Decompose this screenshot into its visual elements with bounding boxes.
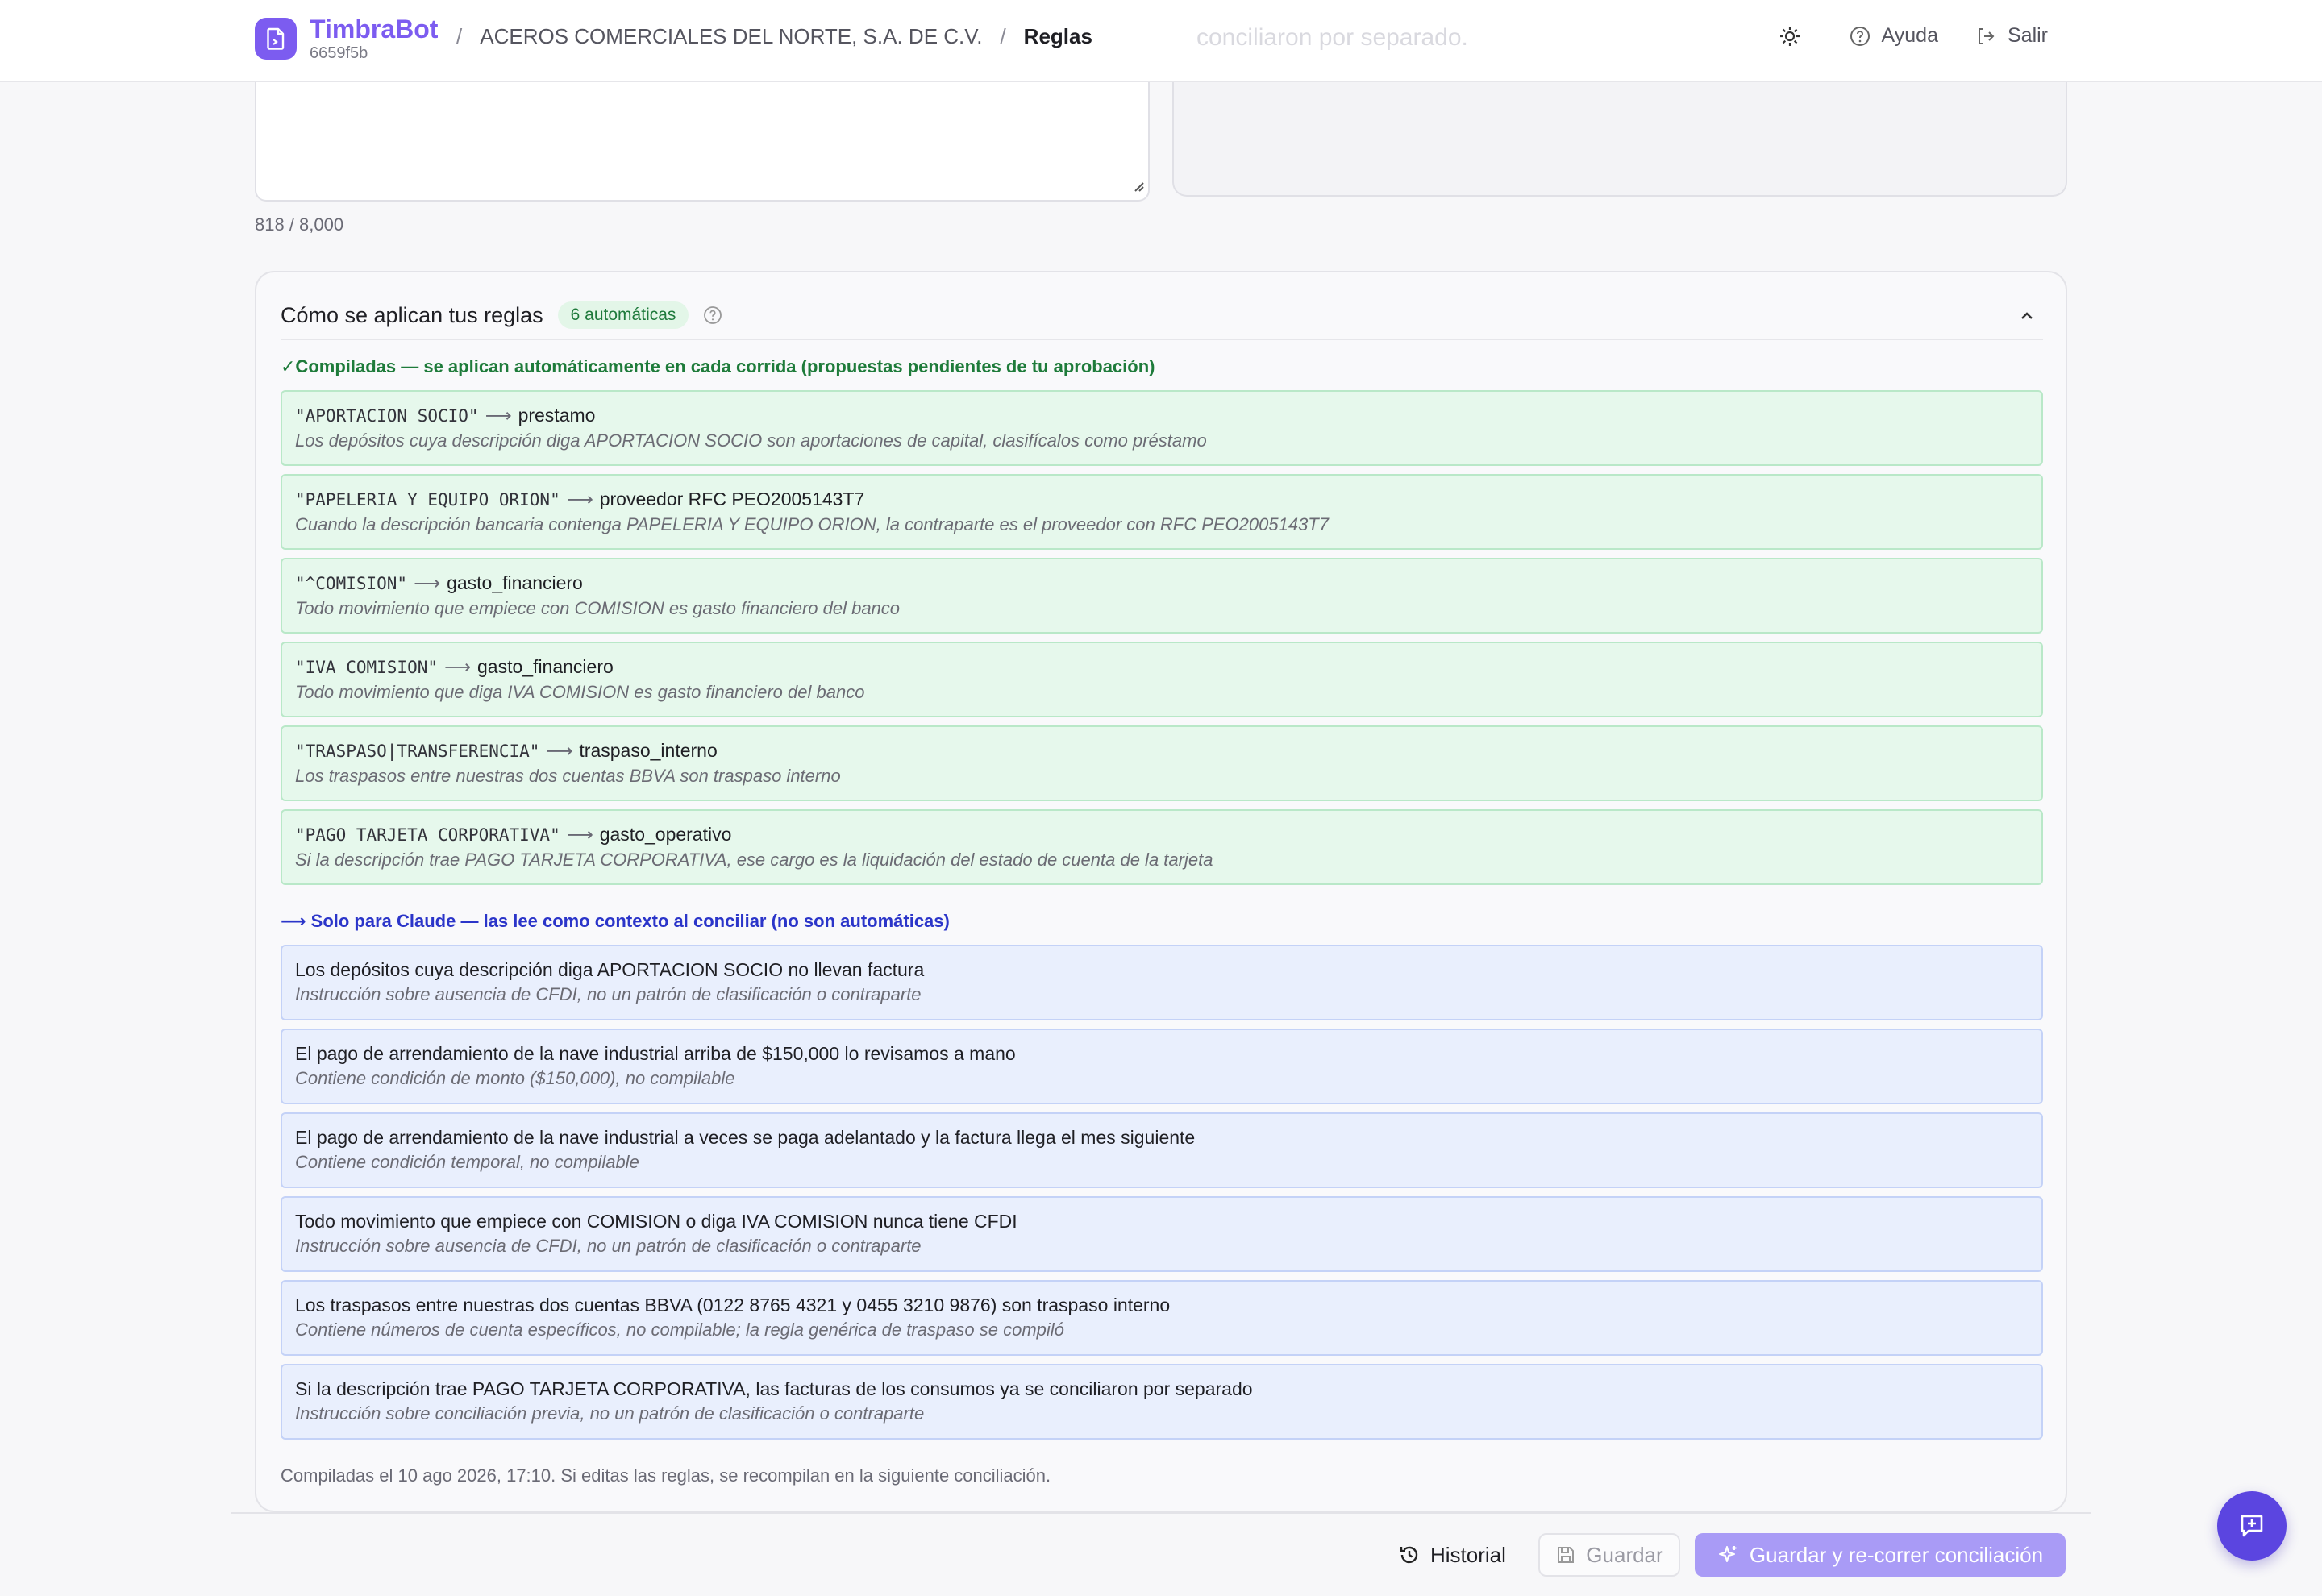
brand-id: 6659f5b xyxy=(310,44,368,62)
arrow-icon: ⟶ xyxy=(414,572,441,593)
rule-pattern: "TRASPASO|TRANSFERENCIA" xyxy=(295,742,540,761)
rule-target: prestamo xyxy=(518,405,596,426)
rule-pattern: "PAGO TARJETA CORPORATIVA" xyxy=(295,825,560,845)
logout-button[interactable]: Salir xyxy=(1975,24,2048,48)
arrow-icon: ⟶ xyxy=(546,740,573,761)
save-and-rerun-button[interactable]: Guardar y re-correr conciliación xyxy=(1695,1533,2066,1577)
arrow-icon: ⟶ xyxy=(566,488,593,509)
compiled-footnote: Compiladas el 10 ago 2026, 17:10. Si edi… xyxy=(281,1465,1051,1486)
claude-rule: Los depósitos cuya descripción diga APOR… xyxy=(281,945,2043,1020)
compiled-rule: "IVA COMISION" ⟶ gasto_financiero Todo mov… xyxy=(281,642,2043,717)
claude-rule-text: El pago de arrendamiento de la nave indu… xyxy=(295,1043,1016,1064)
rule-pattern: "IVA COMISION" xyxy=(295,658,439,677)
brand-name: TimbraBot xyxy=(310,15,439,44)
panel-title: Cómo se aplican tus reglas xyxy=(281,302,543,327)
breadcrumb: / ACEROS COMERCIALES DEL NORTE, S.A. DE … xyxy=(456,24,1092,49)
arrow-icon: ⟶ xyxy=(566,824,593,845)
header-actions: Ayuda Salir xyxy=(1742,24,2048,48)
logout-label: Salir xyxy=(2007,24,2048,47)
claude-rule: El pago de arrendamiento de la nave indu… xyxy=(281,1029,2043,1104)
breadcrumb-separator: / xyxy=(1000,24,1006,48)
save-button[interactable]: Guardar xyxy=(1538,1533,1680,1577)
rule-description: Todo movimiento que empiece con COMISION… xyxy=(295,598,901,618)
history-label: Historial xyxy=(1430,1542,1506,1567)
claude-rule-reason: Contiene condición de monto ($150,000), … xyxy=(295,1068,735,1088)
panel-header[interactable]: Cómo se aplican tus reglas 6 automáticas xyxy=(281,292,2043,340)
arrow-icon: ⟶ xyxy=(444,656,471,677)
sparkles-icon xyxy=(1718,1546,1737,1562)
rule-description: Los depósitos cuya descripción diga APOR… xyxy=(295,430,1207,451)
char-count: 818 / 8,000 xyxy=(255,214,344,235)
rule-target: gasto_financiero xyxy=(477,656,614,677)
rules-application-panel: Cómo se aplican tus reglas 6 automáticas… xyxy=(255,271,2067,1512)
save-icon xyxy=(1558,1547,1575,1563)
chevron-up-icon[interactable] xyxy=(2016,305,2038,331)
help-label: Ayuda xyxy=(1881,24,1938,47)
claude-rule: Todo movimiento que empiece con COMISION… xyxy=(281,1196,2043,1272)
save-label: Guardar xyxy=(1586,1542,1663,1567)
claude-rule-text: Todo movimiento que empiece con COMISION… xyxy=(295,1211,1017,1232)
help-button[interactable]: Ayuda xyxy=(1850,24,1938,48)
claude-rule-text: El pago de arrendamiento de la nave indu… xyxy=(295,1127,1196,1148)
theme-toggle-button[interactable] xyxy=(1779,25,1812,48)
sun-icon xyxy=(1779,26,1800,46)
claude-rule-text: Los traspasos entre nuestras dos cuentas… xyxy=(295,1295,1171,1315)
claude-rule-reason: Instrucción sobre ausencia de CFDI, no u… xyxy=(295,1236,922,1256)
claude-rules-heading: ⟶ Solo para Claude — las lee como contex… xyxy=(281,911,950,931)
compiled-rule: "TRASPASO|TRANSFERENCIA" ⟶ traspaso_intern… xyxy=(281,725,2043,801)
compiled-rule: "PAPELERIA Y EQUIPO ORION" ⟶ proveedor RFC… xyxy=(281,474,2043,550)
compiled-rule: "^COMISION" ⟶ gasto_financiero Todo movimi… xyxy=(281,558,2043,634)
claude-rule: Si la descripción trae PAGO TARJETA CORP… xyxy=(281,1364,2043,1440)
action-bar-divider xyxy=(231,1512,2091,1514)
rule-target: traspaso_interno xyxy=(579,740,718,761)
breadcrumb-current: Reglas xyxy=(1023,24,1092,48)
claude-rule: Los traspasos entre nuestras dos cuentas… xyxy=(281,1280,2043,1356)
compiled-rule: "APORTACION SOCIO" ⟶ prestamo Los depósito… xyxy=(281,390,2043,466)
question-icon[interactable] xyxy=(703,305,722,325)
history-button[interactable]: Historial xyxy=(1398,1533,1506,1577)
rule-target: proveedor RFC PEO2005143T7 xyxy=(599,488,865,509)
page: 818 / 8,000 conciliaron por separado. Ti… xyxy=(0,0,2322,1596)
message-plus-icon xyxy=(2241,1515,2263,1537)
resize-grip-icon[interactable] xyxy=(1130,178,1145,197)
claude-rule-reason: Instrucción sobre conciliación previa, n… xyxy=(295,1403,925,1424)
claude-rule-reason: Contiene condición temporal, no compilab… xyxy=(295,1152,639,1172)
automatic-count-badge: 6 automáticas xyxy=(557,301,689,329)
rule-pattern: "^COMISION" xyxy=(295,574,408,593)
rule-pattern: "PAPELERIA Y EQUIPO ORION" xyxy=(295,490,560,509)
compiled-rules-heading: ✓Compiladas — se aplican automáticamente… xyxy=(281,356,1155,376)
claude-rule-reason: Contiene números de cuenta específicos, … xyxy=(295,1320,1064,1340)
top-header: conciliaron por separado. TimbraBot 6659… xyxy=(0,0,2322,82)
breadcrumb-separator: / xyxy=(456,24,463,48)
rule-description: Los traspasos entre nuestras dos cuentas… xyxy=(295,766,841,786)
compiled-rule: "PAGO TARJETA CORPORATIVA" ⟶ gasto_operati… xyxy=(281,809,2043,885)
breadcrumb-company[interactable]: ACEROS COMERCIALES DEL NORTE, S.A. DE C.… xyxy=(480,24,982,49)
claude-rule-text: Los depósitos cuya descripción diga APOR… xyxy=(295,959,925,980)
rule-target: gasto_operativo xyxy=(599,824,732,845)
rule-description: Todo movimiento que diga IVA COMISION es… xyxy=(295,682,865,702)
faded-preview-text: conciliaron por separado. xyxy=(1196,24,1468,51)
rule-pattern: "APORTACION SOCIO" xyxy=(295,406,479,426)
logout-icon xyxy=(1978,27,1995,44)
save-and-rerun-label: Guardar y re-correr conciliación xyxy=(1749,1542,2044,1567)
document-logo-icon xyxy=(255,18,297,60)
help-circle-icon xyxy=(1850,26,1870,46)
claude-rule: El pago de arrendamiento de la nave indu… xyxy=(281,1112,2043,1188)
claude-rule-reason: Instrucción sobre ausencia de CFDI, no u… xyxy=(295,984,922,1004)
rule-target: gasto_financiero xyxy=(447,572,583,593)
rule-description: Cuando la descripción bancaria contenga … xyxy=(295,514,1329,534)
chat-fab-button[interactable] xyxy=(2217,1491,2287,1561)
rule-description: Si la descripción trae PAGO TARJETA CORP… xyxy=(295,850,1213,870)
brand[interactable]: TimbraBot 6659f5b xyxy=(255,15,438,63)
claude-rule-text: Si la descripción trae PAGO TARJETA CORP… xyxy=(295,1378,1253,1399)
history-icon xyxy=(1400,1546,1418,1564)
arrow-icon: ⟶ xyxy=(485,405,512,426)
